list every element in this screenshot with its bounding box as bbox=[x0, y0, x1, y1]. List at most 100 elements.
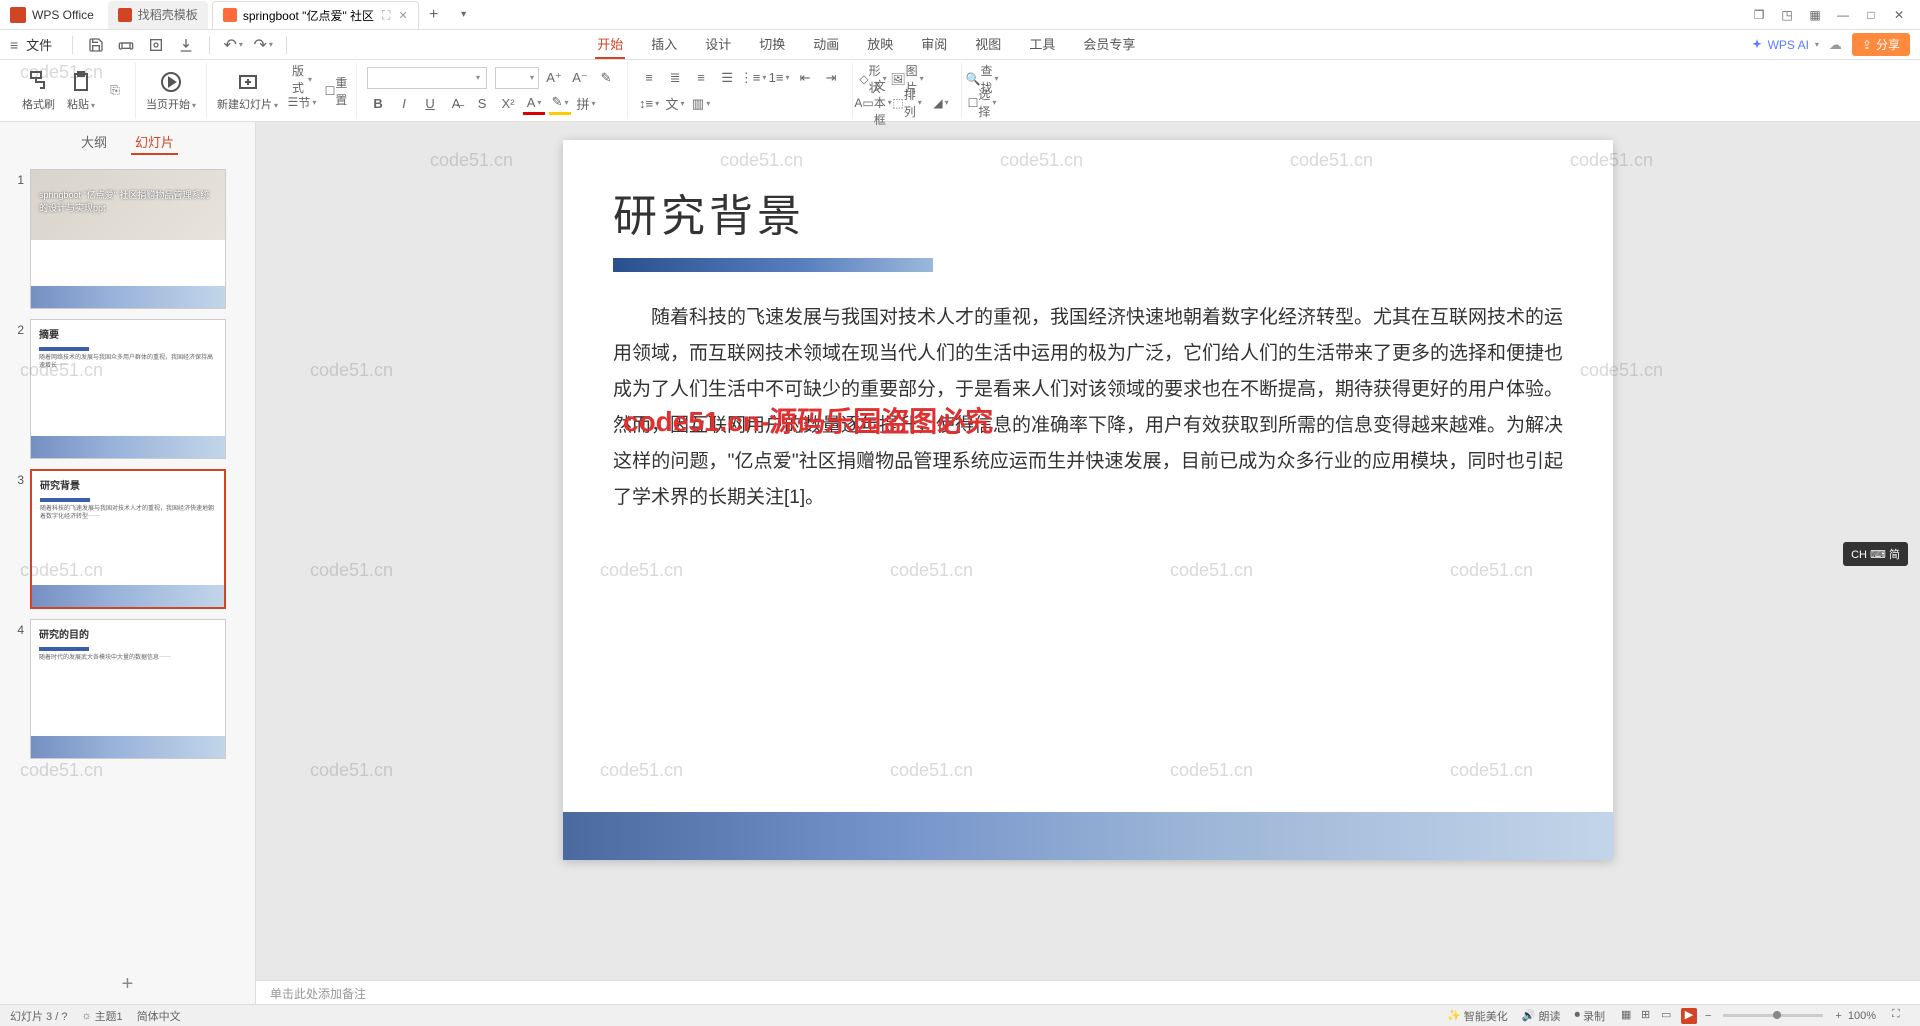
clear-format-icon[interactable]: ✎ bbox=[595, 67, 617, 89]
zoom-level[interactable]: 100% bbox=[1848, 1010, 1876, 1022]
tab-design[interactable]: 设计 bbox=[703, 30, 733, 59]
view-reading-icon[interactable]: ▭ bbox=[1661, 1008, 1677, 1024]
italic-button[interactable]: I bbox=[393, 93, 415, 115]
thumb-title: 摘要 bbox=[31, 320, 225, 347]
view-slideshow-icon[interactable]: ▶ bbox=[1681, 1008, 1697, 1024]
tab-close-icon[interactable]: ✕ bbox=[398, 9, 407, 22]
window-box-icon[interactable]: ◳ bbox=[1780, 8, 1794, 22]
view-sorter-icon[interactable]: ⊞ bbox=[1641, 1008, 1657, 1024]
smart-beautify-button[interactable]: ✨ 智能美化 bbox=[1447, 1008, 1508, 1024]
arrange-button[interactable]: ⬚ 排列▾ bbox=[897, 93, 917, 113]
hamburger-icon[interactable]: ≡ bbox=[10, 37, 18, 53]
align-justify-icon[interactable]: ☰ bbox=[716, 67, 738, 89]
align-center-icon[interactable]: ≣ bbox=[664, 67, 686, 89]
format-painter-icon[interactable] bbox=[27, 70, 51, 94]
highlight-button[interactable]: ✎▾ bbox=[549, 93, 571, 115]
tab-animation[interactable]: 动画 bbox=[811, 30, 841, 59]
section-button[interactable]: ☰ 节▾ bbox=[292, 92, 312, 112]
share-label: 分享 bbox=[1876, 36, 1900, 53]
window-minimize-icon[interactable]: — bbox=[1836, 8, 1850, 22]
tab-start[interactable]: 开始 bbox=[595, 30, 625, 59]
zoom-in-button[interactable]: + bbox=[1835, 1010, 1841, 1022]
paste-icon[interactable] bbox=[69, 70, 93, 94]
share-button[interactable]: ⇪ 分享 bbox=[1852, 33, 1910, 56]
copy-icon[interactable]: ⎘ bbox=[105, 81, 125, 101]
increase-font-icon[interactable]: A⁺ bbox=[543, 67, 565, 89]
align-left-icon[interactable]: ≡ bbox=[638, 67, 660, 89]
outline-tab[interactable]: 大纲 bbox=[77, 130, 111, 155]
play-from-current-icon[interactable] bbox=[159, 70, 183, 94]
zoom-slider[interactable] bbox=[1723, 1014, 1823, 1017]
separator bbox=[286, 36, 287, 54]
strike-button[interactable]: S bbox=[471, 93, 493, 115]
slide-thumbnail-4[interactable]: 研究的目的 随着时代的发展武大各模块中大量的数据信息⋯⋯ bbox=[30, 619, 226, 759]
text-direction-icon[interactable]: 文▾ bbox=[664, 93, 686, 115]
reset-button[interactable]: ☐ 重置 bbox=[326, 81, 346, 101]
wps-logo-icon bbox=[10, 7, 26, 23]
slide-footer-decoration bbox=[563, 812, 1613, 860]
reading-mode-icon[interactable]: ⛶ bbox=[382, 8, 390, 23]
bullets-icon[interactable]: ⋮≡▾ bbox=[742, 67, 764, 89]
line-spacing-icon[interactable]: ↕≡▾ bbox=[638, 93, 660, 115]
textbox-button[interactable]: A▭ 文本框▾ bbox=[863, 93, 883, 113]
tab-transition[interactable]: 切换 bbox=[757, 30, 787, 59]
superscript-button[interactable]: X² bbox=[497, 93, 519, 115]
add-slide-button[interactable]: + bbox=[0, 965, 255, 1004]
window-restore-icon[interactable]: ❐ bbox=[1752, 8, 1766, 22]
wps-ai-button[interactable]: WPS AI ▾ bbox=[1750, 38, 1819, 52]
notes-placeholder[interactable]: 单击此处添加备注 bbox=[256, 980, 1920, 1004]
columns-icon[interactable]: ▥▾ bbox=[690, 93, 712, 115]
tab-document[interactable]: springboot "亿点爱" 社区 ⛶ ✕ bbox=[212, 1, 419, 29]
slide-thumbnail-1[interactable]: springboot "亿点爱" 社区捐赠物品管理系统的设计与实现ppt bbox=[30, 169, 226, 309]
save-icon[interactable] bbox=[87, 36, 105, 54]
decrease-font-icon[interactable]: A⁻ bbox=[569, 67, 591, 89]
slide-canvas[interactable]: 研究背景 随着科技的飞速发展与我国对技术人才的重视，我国经济快速地朝着数字化经济… bbox=[563, 140, 1613, 860]
font-color-button[interactable]: A▾ bbox=[523, 93, 545, 115]
tab-member[interactable]: 会员专享 bbox=[1081, 30, 1137, 59]
tab-tools[interactable]: 工具 bbox=[1027, 30, 1057, 59]
new-slide-icon[interactable] bbox=[236, 70, 260, 94]
cloud-sync-icon[interactable]: ☁ bbox=[1829, 37, 1842, 53]
thumb-number: 3 bbox=[10, 469, 30, 609]
tab-slideshow[interactable]: 放映 bbox=[865, 30, 895, 59]
status-theme: ☼ 主题1 bbox=[81, 1008, 122, 1024]
redo-icon[interactable]: ↷▾ bbox=[254, 36, 272, 54]
increase-indent-icon[interactable]: ⇥ bbox=[820, 67, 842, 89]
pinyin-button[interactable]: 拼▾ bbox=[575, 93, 597, 115]
paste-label: 粘贴▾ bbox=[67, 96, 95, 112]
window-close-icon[interactable]: ✕ bbox=[1892, 8, 1906, 22]
select-button[interactable]: ☐ 选择▾ bbox=[972, 93, 992, 113]
tab-view[interactable]: 视图 bbox=[973, 30, 1003, 59]
underline-button[interactable]: U bbox=[419, 93, 441, 115]
layout-button[interactable]: 版式▾ bbox=[292, 69, 312, 89]
undo-icon[interactable]: ↶▾ bbox=[224, 36, 242, 54]
tab-review[interactable]: 审阅 bbox=[919, 30, 949, 59]
print-preview-icon[interactable] bbox=[147, 36, 165, 54]
file-menu[interactable]: 文件 bbox=[26, 35, 52, 54]
fill-button[interactable]: ◢▾ bbox=[931, 93, 951, 113]
record-button[interactable]: ⏺ 录制 bbox=[1574, 1008, 1605, 1024]
align-right-icon[interactable]: ≡ bbox=[690, 67, 712, 89]
new-slide-label: 新建幻灯片▾ bbox=[217, 96, 278, 112]
decrease-indent-icon[interactable]: ⇤ bbox=[794, 67, 816, 89]
slide-thumbnail-3[interactable]: 研究背景 随着科技的飞速发展与我国对技术人才的重视，我国经济快速地朝着数字化经济… bbox=[30, 469, 226, 609]
window-app-icon[interactable]: ▦ bbox=[1808, 8, 1822, 22]
voice-read-button[interactable]: 🔊 朗读 bbox=[1522, 1008, 1561, 1024]
font-size-select[interactable]: ▾ bbox=[495, 67, 539, 89]
font-name-select[interactable]: ▾ bbox=[367, 67, 487, 89]
print-icon[interactable] bbox=[117, 36, 135, 54]
fit-window-icon[interactable]: ⛶ bbox=[1892, 1008, 1908, 1024]
bold-button[interactable]: B bbox=[367, 93, 389, 115]
strikethrough-button[interactable]: A̶ bbox=[445, 93, 467, 115]
export-icon[interactable] bbox=[177, 36, 195, 54]
tab-insert[interactable]: 插入 bbox=[649, 30, 679, 59]
numbering-icon[interactable]: 1≡▾ bbox=[768, 67, 790, 89]
new-tab-button[interactable]: + bbox=[425, 6, 443, 24]
zoom-out-button[interactable]: − bbox=[1705, 1010, 1711, 1022]
tab-template[interactable]: 找稻壳模板 bbox=[108, 1, 208, 29]
tab-list-button[interactable]: ▾ bbox=[455, 6, 473, 24]
window-maximize-icon[interactable]: □ bbox=[1864, 8, 1878, 22]
view-normal-icon[interactable]: ▦ bbox=[1621, 1008, 1637, 1024]
slides-tab[interactable]: 幻灯片 bbox=[131, 130, 178, 155]
slide-thumbnail-2[interactable]: 摘要 随着网络技术的发展与我国众多用户群体的重视，我国经济保持高速增长⋯⋯ bbox=[30, 319, 226, 459]
